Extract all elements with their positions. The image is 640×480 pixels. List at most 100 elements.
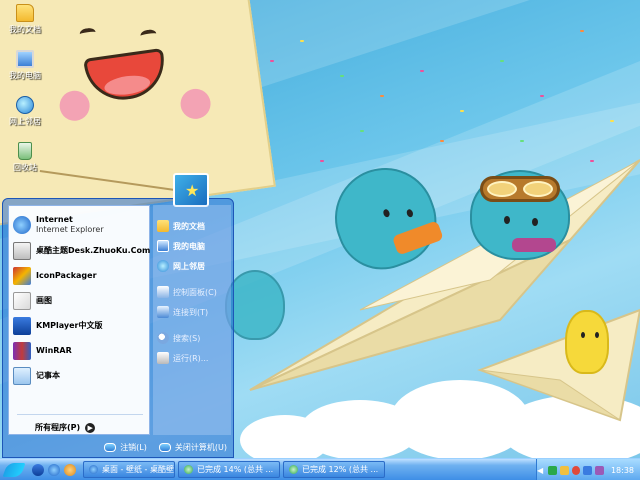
program-internet-explorer[interactable]: Internet Internet Explorer xyxy=(13,214,147,236)
internet-explorer-icon xyxy=(13,216,31,234)
start-button[interactable] xyxy=(0,459,28,480)
program-name: 记事本 xyxy=(36,371,60,380)
kite-cheek xyxy=(178,86,213,121)
ie-icon xyxy=(89,465,98,474)
confetti xyxy=(340,75,344,77)
network-status-icon[interactable] xyxy=(548,465,557,475)
start-menu-footer: 注销(L) 关闭计算机(U) xyxy=(3,437,233,457)
network-icon xyxy=(16,96,34,114)
fish-behind-menu xyxy=(225,270,285,340)
program-kmplayer[interactable]: KMPlayer中文版 xyxy=(13,315,147,337)
all-programs-label: 所有程序(P) xyxy=(35,423,81,432)
desktop-icon-my-computer[interactable]: 我的电脑 xyxy=(4,50,46,81)
place-connect-to[interactable]: 连接到(T) xyxy=(157,303,231,321)
kite-mouth xyxy=(83,47,169,105)
program-iconpackager[interactable]: IconPackager xyxy=(13,265,147,287)
place-network[interactable]: 网上邻居 xyxy=(157,257,231,275)
confetti xyxy=(580,30,584,32)
place-label: 网上邻居 xyxy=(173,261,205,271)
task-label: 桌面 - 壁纸 - 桌酷壁... xyxy=(102,465,175,474)
theme-icon xyxy=(13,242,31,260)
desktop-icon-label: 回收站 xyxy=(13,163,37,172)
program-name: Internet xyxy=(36,215,73,224)
power-icon xyxy=(158,442,171,452)
desktop-icon-label: 网上邻居 xyxy=(9,117,41,126)
run-icon xyxy=(157,352,169,364)
notepad-icon xyxy=(13,367,31,385)
desktop-icon-my-documents[interactable]: 我的文档 xyxy=(4,4,46,35)
all-programs-button[interactable]: 所有程序(P) ▶ xyxy=(35,422,96,433)
program-winrar[interactable]: WinRAR xyxy=(13,340,147,362)
computer-icon xyxy=(16,50,34,68)
place-search[interactable]: 搜索(S) xyxy=(157,329,231,347)
connect-icon xyxy=(157,306,169,318)
media-player-icon[interactable] xyxy=(64,463,76,476)
taskbar-button-download-2[interactable]: 已完成 12% (总共 ... xyxy=(283,461,385,478)
program-name: 画图 xyxy=(36,296,52,305)
confetti xyxy=(360,130,364,132)
confetti xyxy=(540,95,544,97)
taskbar-button-desktop-wallpaper[interactable]: 桌面 - 壁纸 - 桌酷壁... xyxy=(83,461,175,478)
program-name: 桌酷主题Desk.ZhuoKu.Com xyxy=(36,246,151,255)
show-desktop-icon[interactable] xyxy=(32,463,44,476)
place-control-panel[interactable]: 控制面板(C) xyxy=(157,283,231,301)
input-method-icon[interactable] xyxy=(595,465,604,475)
program-subtitle: Internet Explorer xyxy=(36,225,104,234)
kite-cheek xyxy=(57,88,92,123)
kmplayer-icon xyxy=(13,317,31,335)
logoff-button[interactable]: 注销(L) xyxy=(104,442,147,453)
program-name: KMPlayer中文版 xyxy=(36,321,103,330)
place-label: 运行(R)... xyxy=(173,353,209,363)
confetti xyxy=(520,140,524,142)
control-panel-icon xyxy=(157,286,169,298)
confetti xyxy=(380,95,384,97)
program-name: WinRAR xyxy=(36,346,72,355)
system-tray: ◀ 18:38 xyxy=(536,459,640,480)
arrow-right-icon: ▶ xyxy=(85,422,96,433)
star-icon: ★ xyxy=(185,181,200,200)
program-paint[interactable]: 画图 xyxy=(13,290,147,312)
download-icon xyxy=(289,465,298,474)
qq-icon[interactable] xyxy=(571,465,581,475)
place-label: 连接到(T) xyxy=(173,307,209,317)
search-icon xyxy=(157,332,169,344)
clock[interactable]: 18:38 xyxy=(611,466,634,475)
place-my-computer[interactable]: 我的电脑 xyxy=(157,237,231,255)
start-menu-places-panel: 我的文档 我的电脑 网上邻居 控制面板(C) 连接到(T) 搜索(S) 运行(R… xyxy=(153,205,231,435)
paint-icon xyxy=(13,292,31,310)
place-label: 我的电脑 xyxy=(173,241,205,251)
menu-divider xyxy=(17,414,143,415)
quick-launch xyxy=(32,463,80,476)
start-menu: ★ Internet Internet Explorer 桌酷主题Desk.Zh… xyxy=(2,173,234,458)
taskbar-button-download-1[interactable]: 已完成 14% (总共 ... xyxy=(178,461,280,478)
desktop-icon-recycle-bin[interactable]: 回收站 xyxy=(4,142,46,173)
download-manager-icon[interactable] xyxy=(583,465,593,475)
start-menu-programs-panel: Internet Internet Explorer 桌酷主题Desk.Zhuo… xyxy=(8,205,150,435)
program-zhuoku-theme[interactable]: 桌酷主题Desk.ZhuoKu.Com xyxy=(13,240,151,262)
user-picture[interactable]: ★ xyxy=(173,173,209,207)
folder-icon xyxy=(16,4,34,22)
place-run[interactable]: 运行(R)... xyxy=(157,349,231,367)
program-notepad[interactable]: 记事本 xyxy=(13,365,147,387)
place-my-documents[interactable]: 我的文档 xyxy=(157,217,231,235)
volume-icon[interactable] xyxy=(559,465,569,475)
place-label: 搜索(S) xyxy=(173,333,201,343)
place-label: 我的文档 xyxy=(173,221,205,231)
internet-explorer-icon[interactable] xyxy=(48,463,60,476)
desktop-icon-network[interactable]: 网上邻居 xyxy=(4,96,46,127)
chevron-left-icon[interactable]: ◀ xyxy=(537,466,543,475)
computer-icon xyxy=(157,240,169,252)
confetti xyxy=(610,120,614,122)
confetti xyxy=(270,60,274,62)
taskbar: 桌面 - 壁纸 - 桌酷壁... 已完成 14% (总共 ... 已完成 12%… xyxy=(0,458,640,480)
recycle-bin-icon xyxy=(18,142,32,160)
desktop-icon-label: 我的电脑 xyxy=(9,71,41,80)
yellow-chick-character xyxy=(565,310,609,374)
place-label: 控制面板(C) xyxy=(173,287,217,297)
confetti xyxy=(500,60,504,62)
shutdown-button[interactable]: 关闭计算机(U) xyxy=(158,442,227,453)
network-icon xyxy=(157,260,169,272)
kite-eye xyxy=(139,28,158,41)
confetti xyxy=(440,140,444,142)
windows-logo-icon xyxy=(2,462,26,477)
